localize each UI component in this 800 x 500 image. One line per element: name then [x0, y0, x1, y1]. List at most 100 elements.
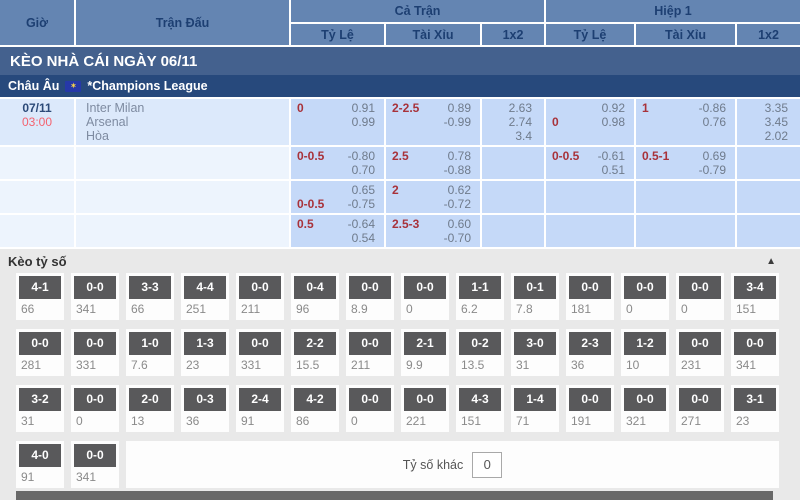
other-score-label: Tỷ số khác: [403, 458, 463, 472]
odds-cell[interactable]: 0-0.5-0.800.70: [290, 146, 385, 180]
odds-value: 0.98: [602, 115, 625, 129]
odds-cell[interactable]: 0.5-0.640.54: [290, 214, 385, 248]
date-banner-title: KÈO NHÀ CÁI NGÀY 06/11: [10, 53, 197, 70]
score-odds-cell[interactable]: 4-091: [16, 441, 64, 488]
score-odds-cell[interactable]: 0-496: [291, 273, 339, 320]
league-bar[interactable]: Châu Âu ✶ *Champions League: [0, 75, 800, 97]
score-odds-cell[interactable]: 0-0221: [401, 385, 449, 432]
score-odds-cell[interactable]: 1-16.2: [456, 273, 504, 320]
handicap-value: 2-2.5: [392, 101, 419, 115]
handicap-value: 0.5: [297, 217, 314, 231]
score-odds-cell[interactable]: 0-0341: [71, 273, 119, 320]
odds-cell[interactable]: [736, 180, 800, 214]
handicap-value: 0: [552, 115, 559, 129]
odds-cell[interactable]: [545, 180, 635, 214]
score-odds-cell[interactable]: 2-013: [126, 385, 174, 432]
score-odds-cell[interactable]: 0-0181: [566, 273, 614, 320]
score-odds-cell[interactable]: 1-07.6: [126, 329, 174, 376]
odds-cell[interactable]: [736, 214, 800, 248]
score-odds-cell[interactable]: 0-08.9: [346, 273, 394, 320]
score-label: 1-1: [459, 276, 501, 299]
score-odds-cell[interactable]: 0-0191: [566, 385, 614, 432]
score-odds-cell[interactable]: 0-0211: [346, 329, 394, 376]
odds-cell[interactable]: [481, 146, 545, 180]
odds-cell[interactable]: 0-0.5-0.610.51: [545, 146, 635, 180]
score-label: 0-0: [74, 276, 116, 299]
score-odds-cell[interactable]: 4-4251: [181, 273, 229, 320]
odds-cell[interactable]: 00.910.99: [290, 98, 385, 146]
score-odds-cell[interactable]: 1-323: [181, 329, 229, 376]
score-odds-cell[interactable]: 4-3151: [456, 385, 504, 432]
score-odds-cell[interactable]: 0-0231: [676, 329, 724, 376]
header-cell-ca-tran: Cả Trận: [290, 0, 545, 23]
score-odds-cell[interactable]: 0-00: [401, 273, 449, 320]
odds-cell[interactable]: 3.353.452.02: [736, 98, 800, 146]
odds-cell[interactable]: 20.62-0.72: [385, 180, 481, 214]
score-odds-cell[interactable]: 0-0271: [676, 385, 724, 432]
odds-cell[interactable]: 1-0.860.76: [635, 98, 736, 146]
match-date: 07/11: [0, 101, 74, 115]
odds-value: -0.70: [444, 231, 471, 245]
odds-body: 07/1103:00Inter MilanArsenalHòa00.910.99…: [0, 98, 800, 248]
odds-cell[interactable]: 2.632.743.4: [481, 98, 545, 146]
score-odds-cell[interactable]: 0-336: [181, 385, 229, 432]
odds-cell[interactable]: 2-2.50.89-0.99: [385, 98, 481, 146]
odds-cell[interactable]: [635, 180, 736, 214]
score-label: 0-0: [74, 332, 116, 355]
score-odds-cell[interactable]: 2-19.9: [401, 329, 449, 376]
odds-cell[interactable]: 0.9200.98: [545, 98, 635, 146]
score-odds-cell[interactable]: 2-491: [236, 385, 284, 432]
odds-line: 2.5-30.60: [386, 217, 480, 231]
score-odds-cell[interactable]: 0-0341: [71, 441, 119, 488]
score-odds-cell[interactable]: 1-210: [621, 329, 669, 376]
odds-cell[interactable]: [545, 214, 635, 248]
score-odds-value: 341: [71, 469, 119, 488]
odds-cell[interactable]: 2.5-30.60-0.70: [385, 214, 481, 248]
odds-cell[interactable]: 2.50.78-0.88: [385, 146, 481, 180]
handicap-value: 2.5-3: [392, 217, 419, 231]
score-odds-value: 86: [291, 413, 339, 432]
other-score-input[interactable]: [472, 452, 502, 478]
score-odds-cell[interactable]: 2-215.5: [291, 329, 339, 376]
odds-value: -0.79: [699, 163, 726, 177]
score-odds-cell[interactable]: 0-00: [346, 385, 394, 432]
score-label: 2-4: [239, 388, 281, 411]
odds-value: 0.91: [352, 101, 375, 115]
odds-value: 0.89: [448, 101, 471, 115]
score-odds-cell[interactable]: 3-031: [511, 329, 559, 376]
score-odds-cell[interactable]: 2-336: [566, 329, 614, 376]
odds-cell[interactable]: [736, 146, 800, 180]
score-odds-cell[interactable]: 0-0321: [621, 385, 669, 432]
odds-cell[interactable]: [635, 214, 736, 248]
odds-cell[interactable]: [481, 180, 545, 214]
handicap-value: 0-0.5: [297, 149, 324, 163]
score-odds-cell[interactable]: 1-471: [511, 385, 559, 432]
score-odds-cell[interactable]: 0-00: [71, 385, 119, 432]
odds-cell[interactable]: [481, 214, 545, 248]
score-odds-cell[interactable]: 0-0211: [236, 273, 284, 320]
odds-cell[interactable]: 0.5-10.69-0.79: [635, 146, 736, 180]
score-odds-cell[interactable]: 3-366: [126, 273, 174, 320]
score-odds-cell[interactable]: 0-00: [621, 273, 669, 320]
score-odds-cell[interactable]: 3-123: [731, 385, 779, 432]
score-odds-cell[interactable]: 3-231: [16, 385, 64, 432]
odds-cell[interactable]: 0.650-0.5-0.75: [290, 180, 385, 214]
score-odds-cell[interactable]: 4-286: [291, 385, 339, 432]
score-odds-cell[interactable]: 0-17.8: [511, 273, 559, 320]
score-odds-cell[interactable]: 0-00: [676, 273, 724, 320]
score-odds-cell[interactable]: 4-166: [16, 273, 64, 320]
handicap-value: 1: [642, 101, 649, 115]
score-odds-value: 331: [71, 357, 119, 376]
score-odds-cell[interactable]: 0-0331: [236, 329, 284, 376]
odds-value: 0.65: [352, 183, 375, 197]
score-odds-cell[interactable]: 0-0331: [71, 329, 119, 376]
odds-value: -0.75: [348, 197, 375, 211]
score-odds-cell[interactable]: 0-0281: [16, 329, 64, 376]
score-odds-cell[interactable]: 0-213.5: [456, 329, 504, 376]
score-odds-cell[interactable]: 3-4151: [731, 273, 779, 320]
score-label: 0-0: [734, 332, 776, 355]
match-teams-cell: [75, 180, 290, 214]
score-odds-value: 31: [511, 357, 559, 376]
score-odds-cell[interactable]: 0-0341: [731, 329, 779, 376]
collapse-icon[interactable]: ▲: [766, 256, 776, 267]
